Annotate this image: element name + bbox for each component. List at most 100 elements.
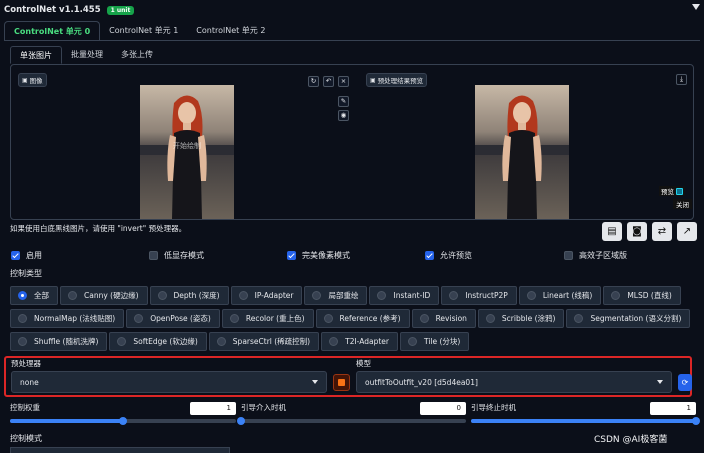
run-preprocessor-button[interactable] [333,374,350,391]
radio-dot [407,337,417,346]
radio-ip-adapter[interactable]: IP-Adapter [230,286,303,305]
radio-scribble[interactable]: Scribble (涂鸦) [477,309,565,328]
guidance-end-thumb[interactable] [692,417,700,425]
guidance-end-slider[interactable] [471,417,700,425]
image-tabs: 单张图片 批量处理 多张上传 [10,46,162,64]
radio-normalmap[interactable]: NormalMap (法线贴图) [10,309,125,328]
refresh-icon[interactable]: ⟳ [678,374,692,391]
preview-checkbox[interactable] [676,187,683,195]
chevron-down-icon [657,380,663,384]
radio-label: 全部 [34,291,49,300]
input-image-label: ▣ 图像 [18,73,47,87]
radio-instructp2p[interactable]: InstructP2P [441,286,517,305]
option-allow-preview[interactable]: 允许预览 [425,250,472,261]
radio-sparsectrl[interactable]: SparseCtrl (稀疏控制) [208,332,320,351]
rotate-icon[interactable]: ↻ [308,76,319,87]
radio-label: Lineart (线稿) [542,291,593,300]
allow-preview-label: 允许预览 [440,251,472,260]
preprocessor-preview-image [475,85,569,219]
option-efficient-subregion[interactable]: 高效子区域版 [564,250,627,261]
radio-revision[interactable]: Revision [411,309,476,328]
radio-dot [485,314,495,323]
radio-label: MLSD (直线) [627,291,672,300]
radio-canny[interactable]: Canny (硬边缘) [60,286,148,305]
radio-softedge[interactable]: SoftEdge (软边缘) [109,332,207,351]
input-image-canvas[interactable]: 开始绘制 [140,85,234,219]
close-preview-button[interactable]: 关闭 [673,199,692,209]
guidance-start-label: 引导介入时机 [241,403,286,412]
radio-dot [377,291,387,300]
option-enable[interactable]: 启用 [11,250,42,261]
radio-segmentation[interactable]: Segmentation (语义分割) [566,309,691,328]
radio-dot [312,291,322,300]
radio-dot [419,314,429,323]
tab-multi-upload[interactable]: 多张上传 [112,46,162,64]
preview-toggle[interactable]: 预览 [659,186,685,196]
radio-inpaint[interactable]: 局部重绘 [304,286,368,305]
radio-shuffle[interactable]: Shuffle (随机洗牌) [10,332,108,351]
radio-openpose[interactable]: OpenPose (姿态) [126,309,220,328]
tab-unit-0[interactable]: ControlNet 单元 0 [4,21,101,41]
radio-all[interactable]: 全部 [10,286,58,305]
camera-icon[interactable]: ◙ [627,222,647,241]
guidance-end-input[interactable]: 1 [650,402,696,415]
preprocessor-dropdown[interactable]: none [11,371,327,393]
eye-icon[interactable]: ◉ [338,110,349,121]
radio-dot [157,291,167,300]
radio-dot [329,337,339,346]
document-icon[interactable]: ▤ [602,222,622,241]
low-vram-checkbox[interactable] [149,251,158,260]
radio-reference[interactable]: Reference (参考) [315,309,410,328]
control-mode-options[interactable] [10,447,230,453]
radio-depth[interactable]: Depth (深度) [149,286,229,305]
model-dropdown[interactable]: outfitToOutfit_v20 [d5d4ea01] [356,371,672,393]
guidance-end-fill [471,419,696,423]
tab-unit-1[interactable]: ControlNet 单元 1 [100,21,187,41]
send-icon[interactable]: ↗ [677,222,697,241]
guidance-start-input[interactable]: 0 [420,402,466,415]
radio-instant-id[interactable]: Instant-ID [369,286,440,305]
image-icon: ▣ [370,76,376,84]
radio-dot [323,314,333,323]
radio-mlsd[interactable]: MLSD (直线) [603,286,681,305]
collapse-triangle-icon[interactable] [692,4,700,10]
download-icon[interactable]: ⤓ [676,74,687,85]
guidance-start-slider[interactable] [237,417,466,425]
swap-icon[interactable]: ⇄ [652,222,672,241]
tab-unit-2[interactable]: ControlNet 单元 2 [187,21,274,41]
radio-dot [238,291,248,300]
enable-checkbox[interactable] [11,251,20,260]
tab-batch[interactable]: 批量处理 [62,46,112,64]
control-weight-thumb[interactable] [119,417,127,425]
radio-t2i-adapter[interactable]: T2I-Adapter [321,332,398,351]
guidance-start-thumb[interactable] [237,417,245,425]
radio-lineart[interactable]: Lineart (线稿) [518,286,602,305]
unit-tabs: ControlNet 单元 0 ControlNet 单元 1 ControlN… [4,21,274,41]
undo-icon[interactable]: ↶ [323,76,334,87]
efficient-subregion-checkbox[interactable] [564,251,573,260]
radio-label: Instant-ID [393,291,431,300]
pixel-perfect-checkbox[interactable] [287,251,296,260]
radio-recolor[interactable]: Recolor (重上色) [221,309,314,328]
pen-icon[interactable]: ✎ [338,96,349,107]
control-weight-slider[interactable] [10,417,236,425]
option-low-vram[interactable]: 低显存模式 [149,250,204,261]
radio-dot-selected [18,291,27,300]
close-icon[interactable]: × [338,76,349,87]
control-weight-input[interactable]: 1 [190,402,236,415]
allow-preview-checkbox[interactable] [425,251,434,260]
radio-label: Canny (硬边缘) [84,291,139,300]
preprocessor-value: none [20,377,39,387]
radio-dot [611,291,621,300]
radio-tile[interactable]: Tile (分块) [399,332,470,351]
radio-dot [18,337,27,346]
option-pixel-perfect[interactable]: 完美像素模式 [287,250,350,261]
preview-portrait-image [475,85,569,219]
preview-label: ▣ 预处理结果预览 [366,73,428,87]
tab-single-image[interactable]: 单张图片 [10,46,62,64]
pixel-perfect-label: 完美像素模式 [302,251,350,260]
radio-label: IP-Adapter [254,291,294,300]
radio-label: SoftEdge (软边缘) [133,337,198,346]
control-type-label: 控制类型 [10,269,42,278]
preview-label-text: 预处理结果预览 [377,77,424,85]
